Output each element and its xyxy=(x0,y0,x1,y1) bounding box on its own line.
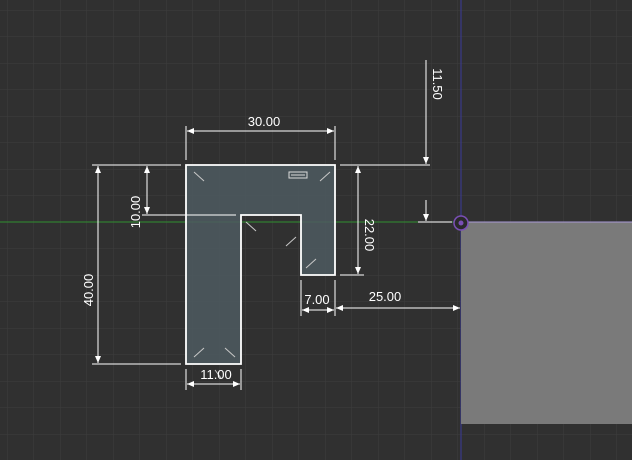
dimension-right-leg-height-label[interactable]: 22.00 xyxy=(362,219,377,252)
dimension-offset-x-label[interactable]: 25.00 xyxy=(369,289,402,304)
origin-point-icon[interactable] xyxy=(453,215,469,231)
dimension-flange-thickness-label[interactable]: 10.00 xyxy=(128,196,143,229)
dimension-right-leg-width-label[interactable]: 7.00 xyxy=(304,292,329,307)
dimension-top-width-label[interactable]: 30.00 xyxy=(248,114,281,129)
dimension-stem-width-label[interactable]: 11.00 xyxy=(200,367,232,382)
dimension-total-height-label[interactable]: 40.00 xyxy=(81,274,96,307)
dimension-offset-y-label[interactable]: 11.50 xyxy=(430,68,445,100)
sketch-canvas[interactable]: 30.00 40.00 10.00 22.00 7.00 25.00 11.00 xyxy=(0,0,632,460)
body-face[interactable] xyxy=(461,222,632,424)
